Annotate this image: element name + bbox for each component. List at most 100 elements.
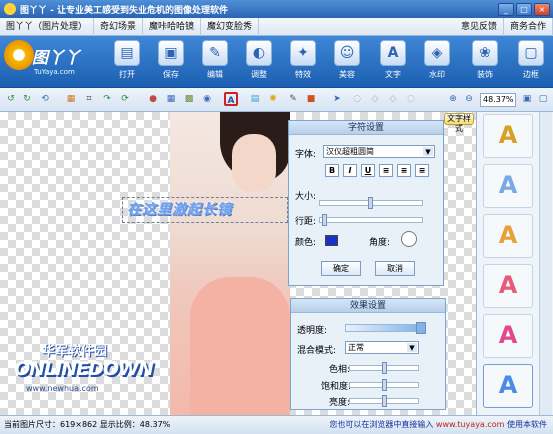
art-text-object[interactable]: 在这里激起长镜	[122, 197, 288, 223]
angle-dial[interactable]	[401, 231, 417, 247]
shape-icon[interactable]: ■	[304, 92, 318, 106]
pointer-icon[interactable]: ➤	[330, 92, 344, 106]
menu-item-photo-edit[interactable]: 图丫丫（图片处理）	[0, 17, 95, 36]
undo-icon[interactable]: ⟲	[38, 92, 52, 106]
rotate-left-icon[interactable]: ↺	[4, 92, 18, 106]
rotate-right-icon[interactable]: ↻	[20, 92, 34, 106]
image-icon[interactable]: ▩	[182, 92, 196, 106]
brush-icon[interactable]: ✎	[286, 92, 300, 106]
logo-site: TuYaya.com	[34, 68, 75, 76]
color-icon[interactable]: ●	[146, 92, 160, 106]
tool-beauty-button[interactable]: ☺ 美容	[328, 40, 366, 86]
close-icon[interactable]: ×	[534, 2, 550, 16]
site-tip: 您也可以在浏览器中直接输入 www.tuyaya.com 使用本软件	[329, 420, 547, 429]
rotate-icon[interactable]: ⟳	[118, 92, 132, 106]
tool-effects-button[interactable]: ✦ 特效	[284, 40, 322, 86]
align-right-button[interactable]: ≡	[415, 164, 429, 177]
ok-button[interactable]: 确定	[321, 261, 361, 276]
hue-slider[interactable]	[349, 362, 419, 374]
opacity-slider-handle[interactable]	[416, 322, 426, 334]
watermark-cn: 华军软件园	[42, 344, 108, 359]
align-center-button[interactable]: ≡	[397, 164, 411, 177]
zoom-level-field[interactable]: 48.37%	[480, 93, 516, 107]
tool-open-button[interactable]: ▤ 打开	[108, 40, 146, 86]
globe-icon[interactable]: ◉	[200, 92, 214, 106]
minimize-icon[interactable]: _	[498, 2, 514, 16]
tool-frame-button[interactable]: ▢ 边框	[512, 40, 550, 86]
bold-button[interactable]: B	[325, 164, 339, 177]
image-info: 当前图片尺寸：619×862 显示比例：48.37%	[4, 420, 171, 429]
tool-label: 编辑	[207, 70, 223, 79]
blur-icon[interactable]: ○	[404, 92, 418, 106]
droplet-icon[interactable]: ◇	[368, 92, 382, 106]
menu-item-feedback[interactable]: 意见反馈	[455, 17, 504, 36]
tool-decoration-button[interactable]: ❀ 装饰	[466, 40, 504, 86]
tool-label: 打开	[119, 70, 135, 79]
zoom-in-icon[interactable]: ⊕	[446, 92, 460, 106]
tool-label: 保存	[163, 70, 179, 79]
tool-watermark-button[interactable]: ◈ 水印	[418, 40, 456, 86]
grid-icon[interactable]: ▦	[164, 92, 178, 106]
text-style-item[interactable]: A	[483, 314, 533, 358]
underline-button[interactable]: U	[361, 164, 375, 177]
actual-size-icon[interactable]: ▢	[536, 92, 550, 106]
text-style-item[interactable]: A	[483, 114, 533, 158]
zoom-out-icon[interactable]: ⊖	[462, 92, 476, 106]
maximize-icon[interactable]: □	[516, 2, 532, 16]
hue-slider-handle[interactable]	[382, 362, 387, 374]
adjust-icon: ◐	[246, 40, 272, 66]
tool-label: 美容	[339, 70, 355, 79]
text-style-list: A A A A A A	[476, 112, 553, 415]
spacing-slider-handle[interactable]	[322, 214, 327, 226]
opacity-slider[interactable]	[345, 322, 426, 334]
text-style-item[interactable]: A	[483, 364, 533, 408]
menu-bar: 图丫丫（图片处理） 奇幻场景 魔咔哈哈镜 魔幻变脸秀 意见反馈 商务合作	[0, 17, 553, 36]
drop-icon[interactable]: ◌	[350, 92, 364, 106]
fit-window-icon[interactable]: ▣	[520, 92, 534, 106]
text-style-item[interactable]: A	[483, 164, 533, 208]
tuyaya-logo: 图丫丫 TuYaya.com	[4, 40, 88, 84]
crop-icon[interactable]: ⌗	[82, 92, 96, 106]
chevron-down-icon: ▼	[423, 147, 433, 156]
tool-label: 特效	[295, 70, 311, 79]
menu-item-funhouse-mirror[interactable]: 魔咔哈哈镜	[143, 17, 202, 36]
secondary-toolbar: ↺ ↻ ⟲ ▦ ⌗ ↷ ⟳ ● ▦ ▩ ◉ A ▤ ✺ ✎ ■ ➤ ◌ ◇ ◇ …	[0, 88, 553, 112]
beauty-icon: ☺	[334, 40, 360, 66]
saturation-slider-handle[interactable]	[382, 379, 387, 391]
font-family-select[interactable]: 汉仪超粗圆简 ▼	[323, 145, 435, 158]
angle-label: 角度:	[369, 238, 391, 248]
size-slider[interactable]	[319, 197, 423, 209]
text-color-swatch[interactable]	[325, 235, 338, 246]
font-label: 字体:	[295, 150, 317, 160]
align-left-button[interactable]: ≡	[379, 164, 393, 177]
tool-edit-button[interactable]: ✎ 编辑	[196, 40, 234, 86]
spacing-slider[interactable]	[319, 214, 423, 226]
blend-mode-select[interactable]: 正常 ▼	[345, 341, 419, 354]
menu-item-business[interactable]: 商务合作	[504, 17, 553, 36]
size-slider-handle[interactable]	[368, 197, 373, 209]
redo-icon[interactable]: ↷	[100, 92, 114, 106]
water-icon[interactable]: ◇	[386, 92, 400, 106]
cancel-button[interactable]: 取消	[375, 261, 415, 276]
menu-item-face-morph[interactable]: 魔幻变脸秀	[201, 17, 260, 36]
layer-icon[interactable]: ▦	[64, 92, 78, 106]
tool-save-button[interactable]: ▣ 保存	[152, 40, 190, 86]
menu-item-fantasy-scene[interactable]: 奇幻场景	[94, 17, 144, 36]
tool-text-button[interactable]: A 文字	[374, 40, 412, 86]
palette-icon[interactable]: ▤	[248, 92, 262, 106]
bulb-icon[interactable]: ✺	[266, 92, 280, 106]
text-tool-icon[interactable]: A	[224, 92, 238, 106]
text-style-tab[interactable]: 文字样式	[444, 113, 474, 133]
app-logo-icon	[4, 3, 16, 15]
saturation-slider[interactable]	[349, 379, 419, 391]
brightness-slider[interactable]	[349, 395, 419, 407]
text-style-item[interactable]: A	[483, 264, 533, 308]
site-link[interactable]: www.tuyaya.com	[436, 420, 505, 429]
italic-button[interactable]: I	[343, 164, 357, 177]
style-list-scrollbar[interactable]	[539, 112, 552, 415]
text-style-item[interactable]: A	[483, 214, 533, 258]
saturation-label: 饱和度:	[321, 382, 352, 392]
brightness-slider-handle[interactable]	[382, 395, 387, 407]
save-disk-icon: ▣	[158, 40, 184, 66]
tool-adjust-button[interactable]: ◐ 调整	[240, 40, 278, 86]
